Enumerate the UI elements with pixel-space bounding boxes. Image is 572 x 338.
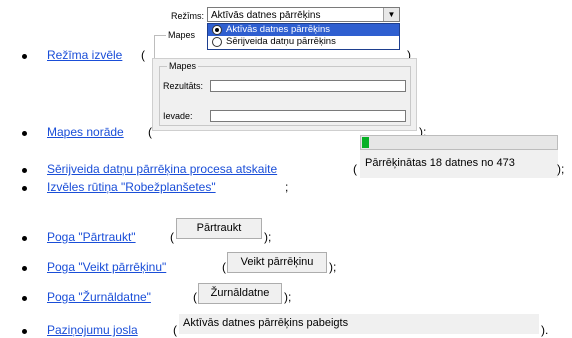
mapes-group-label-behind: Mapes <box>168 30 196 40</box>
checkbox-item-link[interactable]: Izvēles rūtiņa "Robežplanšetes" <box>47 180 216 194</box>
mode-select-link[interactable]: Režīma izvēle <box>47 48 122 62</box>
bullet-dot <box>22 168 27 173</box>
result-folder-field[interactable] <box>210 80 406 92</box>
mode-option-batch[interactable]: Sērijveida datņu pārrēķins <box>208 36 399 48</box>
status-bar: Aktīvās datnes pārrēķins pabeigts <box>179 314 539 334</box>
stop-button-link[interactable]: Poga "Pārtraukt" <box>47 230 136 244</box>
bullet-dot <box>22 236 27 241</box>
result-label: Rezultāts: <box>163 81 204 91</box>
folder-panel: Mapes Rezultāts: Ievade: <box>152 58 417 131</box>
paren-open: ( <box>222 260 226 274</box>
paren-close: ); <box>557 162 565 176</box>
mode-selector-panel: Režīms: Aktīvās datnes pārrēķins ▼ Mapes… <box>152 0 406 62</box>
paren-open: ( <box>193 290 197 304</box>
progress-bar-fill <box>362 137 369 148</box>
progress-panel: Pārrēķinātas 18 datnes no 473 <box>360 135 558 178</box>
paren-close: ). <box>541 323 549 337</box>
bullet-dot <box>22 131 27 136</box>
mode-label: Režīms: <box>171 11 205 21</box>
input-folder-field[interactable] <box>210 110 406 122</box>
batch-report-link[interactable]: Sērijveida datņu pārrēķina procesa atska… <box>47 162 277 176</box>
paren-close: ); <box>329 260 337 274</box>
status-bar-link[interactable]: Paziņojumu josla <box>47 323 138 337</box>
paren-open: ( <box>148 125 152 139</box>
group-box-edge <box>154 35 166 36</box>
group-box-edge <box>154 35 155 59</box>
input-label: Ievade: <box>163 111 193 121</box>
progress-bar <box>360 135 558 150</box>
log-button[interactable]: Žurnāldatne <box>198 283 282 304</box>
paren-open: ( <box>353 162 357 176</box>
radio-unselected-icon <box>212 37 222 47</box>
item-terminator: ; <box>285 180 289 194</box>
option-label: Aktīvās datnes pārrēķins <box>226 24 331 35</box>
paren-open: ( <box>173 323 177 337</box>
run-button[interactable]: Veikt pārrēķinu <box>227 252 327 273</box>
mode-combobox-value: Aktīvās datnes pārrēķins <box>211 10 321 21</box>
bullet-dot <box>22 54 27 59</box>
paren-open: ( <box>141 48 145 62</box>
folder-select-link[interactable]: Mapes norāde <box>47 125 124 139</box>
run-button-link[interactable]: Poga "Veikt pārrēķinu" <box>47 260 166 274</box>
radio-selected-icon <box>212 25 222 35</box>
paren-close: ); <box>284 290 292 304</box>
progress-status-text: Pārrēķinātas 18 datnes no 473 <box>365 157 515 169</box>
chevron-down-icon[interactable]: ▼ <box>383 8 399 21</box>
mode-option-active-file[interactable]: Aktīvās datnes pārrēķins <box>208 24 399 36</box>
bullet-dot <box>22 329 27 334</box>
mode-dropdown-list: Aktīvās datnes pārrēķins Sērijveida datņ… <box>207 23 400 50</box>
stop-button[interactable]: Pārtraukt <box>176 218 262 239</box>
paren-close: ); <box>264 230 272 244</box>
log-button-link[interactable]: Poga "Žurnāldatne" <box>47 290 151 304</box>
status-bar-text: Aktīvās datnes pārrēķins pabeigts <box>183 317 349 329</box>
option-label: Sērijveida datņu pārrēķins <box>226 36 336 47</box>
paren-open: ( <box>170 230 174 244</box>
bullet-dot <box>22 296 27 301</box>
bullet-dot <box>22 186 27 191</box>
folder-group-label: Mapes <box>167 61 199 71</box>
bullet-dot <box>22 266 27 271</box>
mode-combobox[interactable]: Aktīvās datnes pārrēķins ▼ <box>207 7 400 22</box>
